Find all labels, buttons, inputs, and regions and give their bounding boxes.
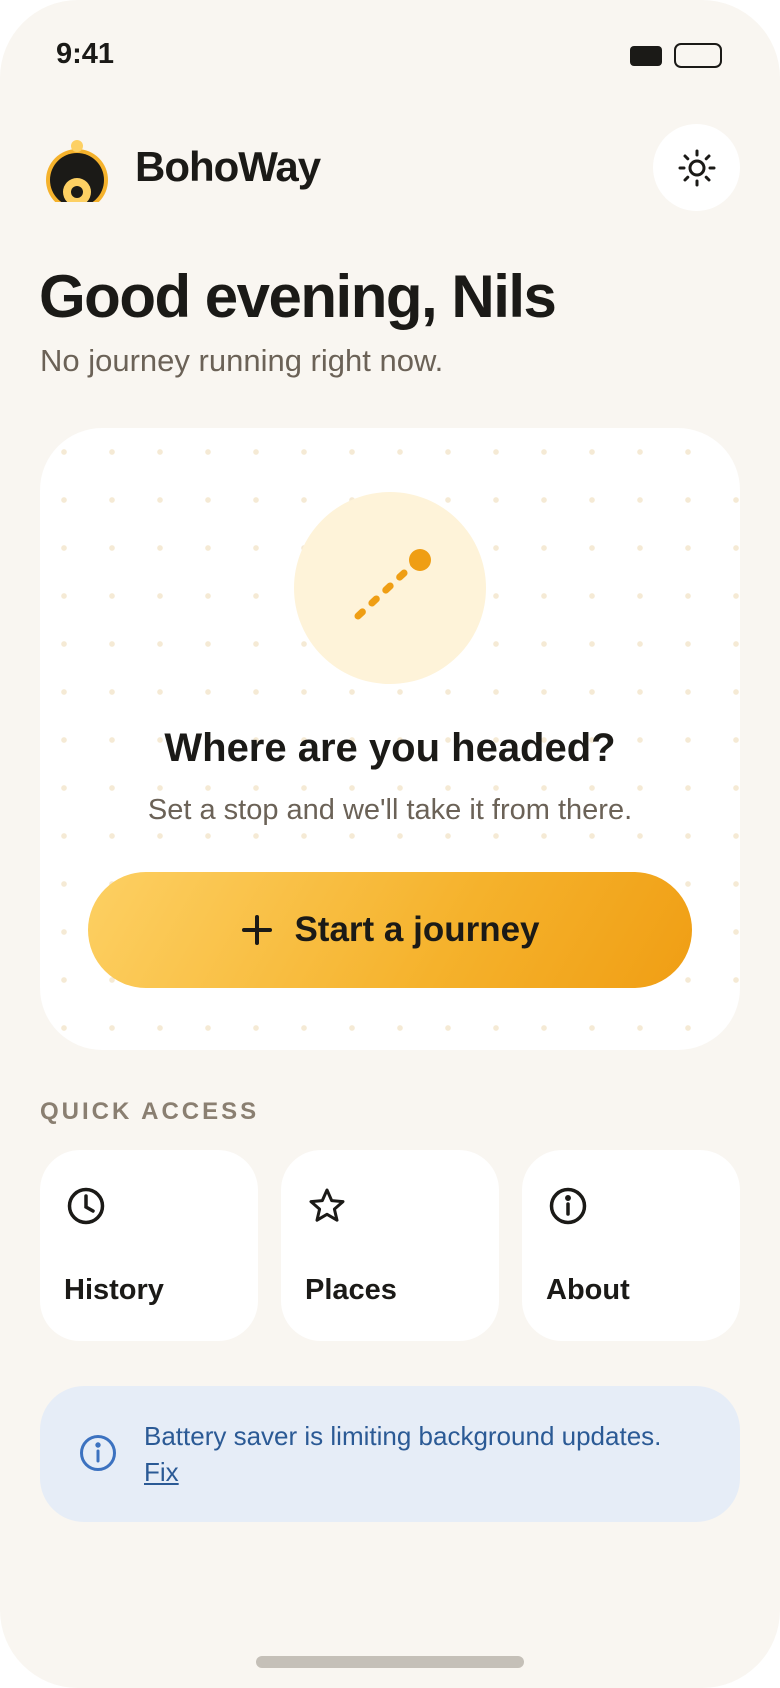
quick-access-label: Places <box>305 1274 397 1306</box>
journey-card-subtitle: Set a stop and we'll take it from there. <box>147 794 633 826</box>
signal-icon <box>630 45 662 66</box>
clock-icon <box>67 1187 105 1225</box>
status-time: 9:41 <box>56 38 115 70</box>
start-journey-button[interactable]: Start a journey <box>88 872 692 988</box>
logo <box>44 140 110 202</box>
banner-text: Battery saver is limiting background upd… <box>144 1421 662 1451</box>
theme-toggle-button[interactable] <box>653 124 740 211</box>
info-icon <box>80 1435 116 1471</box>
greeting-title: Good evening, Nils <box>39 263 557 330</box>
battery-saver-banner: Battery saver is limiting background upd… <box>40 1386 740 1522</box>
sun-icon <box>678 149 715 186</box>
quick-access-history[interactable]: History <box>40 1150 258 1341</box>
quick-access-heading: QUICK ACCESS <box>40 1098 260 1125</box>
route-icon <box>354 549 431 620</box>
battery-icon <box>674 43 722 68</box>
fix-link[interactable]: Fix <box>144 1457 179 1487</box>
brand-name: BohoWay <box>135 143 321 190</box>
star-icon <box>309 1188 345 1222</box>
app-screen: 9:41 BohoWay Good evening, Nils No journ… <box>0 0 780 1688</box>
quick-access-label: History <box>64 1274 164 1306</box>
banner-message: Battery saver is limiting background upd… <box>144 1418 714 1490</box>
quick-access-about[interactable]: About <box>522 1150 740 1341</box>
status-icons <box>630 43 722 68</box>
info-icon <box>549 1187 587 1225</box>
start-journey-label: Start a journey <box>294 910 540 949</box>
quick-access-places[interactable]: Places <box>281 1150 499 1341</box>
greeting-subtitle: No journey running right now. <box>40 343 444 378</box>
quick-access-label: About <box>546 1274 630 1306</box>
route-illustration <box>294 492 486 684</box>
home-indicator[interactable] <box>256 1656 524 1668</box>
plus-icon <box>242 915 273 945</box>
journey-card: Where are you headed? Set a stop and we'… <box>40 428 740 1050</box>
journey-card-title: Where are you headed? <box>164 726 616 770</box>
